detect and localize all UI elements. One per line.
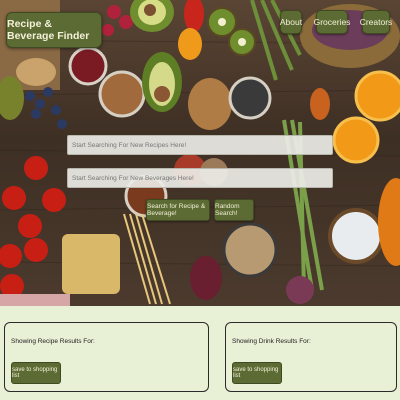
drink-results-title: Showing Drink Results For: (232, 338, 311, 345)
recipe-results-panel: Showing Recipe Results For: save to shop… (4, 322, 209, 392)
nav-groceries-button[interactable]: Groceries (314, 10, 350, 34)
drink-save-to-shopping-list-button[interactable]: save to shopping list (232, 362, 282, 384)
drink-results-panel: Showing Drink Results For: save to shopp… (225, 322, 397, 392)
recipe-results-title: Showing Recipe Results For: (11, 338, 95, 345)
site-title[interactable]: Recipe & Beverage Finder (6, 12, 102, 48)
search-recipe-beverage-button[interactable]: Search for Recipe & Beverage! (146, 199, 210, 221)
random-search-button[interactable]: Random Search! (214, 199, 254, 221)
recipe-search-input[interactable] (67, 135, 333, 155)
nav-creators-button[interactable]: Creators (360, 10, 392, 34)
recipe-save-to-shopping-list-button[interactable]: save to shopping list (11, 362, 61, 384)
nav-about-button[interactable]: About (280, 10, 302, 34)
beverage-search-input[interactable] (67, 168, 333, 188)
